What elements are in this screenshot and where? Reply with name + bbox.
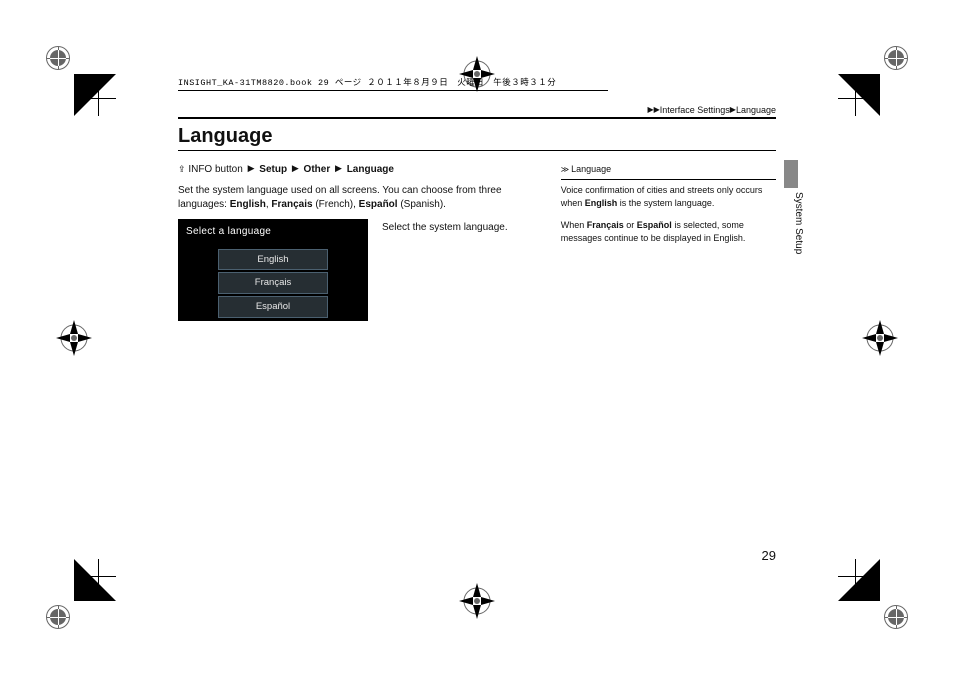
triangle-right-icon: ▶ [248,163,255,173]
device-screenshot: Select a language English Français Españ… [178,219,368,321]
body-text-bold: Français [271,199,312,210]
manual-page: INSIGHT_KA-31TM8820.book 29 ページ ２０１１年８月９… [0,0,954,675]
trim-line-icon [98,76,99,116]
triangle-right-icon: ▶ [292,163,299,173]
content-area: INSIGHT_KA-31TM8820.book 29 ページ ２０１１年８月９… [178,76,776,577]
section-thumb-tab [784,160,798,188]
instruction-text: Select the system language. [382,219,508,321]
divider [178,117,776,119]
crop-mark-icon [28,28,88,88]
compass-mark-icon [455,579,499,623]
body-text-bold: Español [359,199,398,210]
screenshot-option: Français [218,272,328,294]
page-number: 29 [762,548,776,563]
side-text: When [561,220,587,230]
trim-line-icon [855,559,856,599]
trim-line-icon [76,576,116,577]
body-text: (French), [313,199,359,210]
screenshot-option: English [218,249,328,271]
triangle-right-icon: ▶ [730,105,736,114]
compass-mark-icon [858,316,902,360]
side-text: is the system language. [617,198,714,208]
body-text: Set the system language used on all scre… [178,184,539,213]
source-file-meta: INSIGHT_KA-31TM8820.book 29 ページ ２０１１年８月９… [178,76,608,91]
body-text-bold: English [230,199,266,210]
crop-mark-icon [28,587,88,647]
screenshot-option: Español [218,296,328,318]
sidebox-heading: ≫Language [561,163,776,180]
joystick-icon: ⇪ [178,164,186,174]
section-heading: Language [178,125,776,148]
side-text: or [624,220,637,230]
main-column: ⇪ INFO button ▶ Setup ▶ Other ▶ Language… [178,163,539,321]
trim-line-icon [838,98,878,99]
side-column: ≫Language Voice confirmation of cities a… [561,163,776,321]
trim-line-icon [98,559,99,599]
reference-icon: ≫ [561,165,569,174]
compass-mark-icon [52,316,96,360]
breadcrumb-l1: Interface Settings [660,105,730,115]
triangle-right-icon: ▶ [647,105,653,114]
divider [178,150,776,151]
breadcrumb: ▶▶Interface Settings▶Language [178,105,776,115]
side-text-bold: English [585,198,618,208]
nav-path: ⇪ INFO button ▶ Setup ▶ Other ▶ Language [178,163,539,178]
side-text: When Français or Español is selected, so… [561,219,776,246]
section-side-label: System Setup [793,192,804,254]
triangle-right-icon: ▶ [654,105,660,114]
side-text: Voice confirmation of cities and streets… [561,184,776,211]
trim-line-icon [855,76,856,116]
trim-line-icon [76,98,116,99]
crop-mark-icon [866,28,926,88]
nav-step: Other [304,164,331,175]
screenshot-title: Select a language [186,225,271,240]
breadcrumb-l2: Language [736,105,776,115]
triangle-right-icon: ▶ [335,163,342,173]
crop-mark-icon [866,587,926,647]
nav-prefix: INFO button [188,164,242,175]
nav-step: Language [347,164,394,175]
side-text-bold: Français [587,220,624,230]
sidebox-heading-text: Language [571,164,611,174]
trim-line-icon [838,576,878,577]
side-text-bold: Español [637,220,672,230]
body-text: (Spanish). [398,199,446,210]
nav-step: Setup [259,164,287,175]
